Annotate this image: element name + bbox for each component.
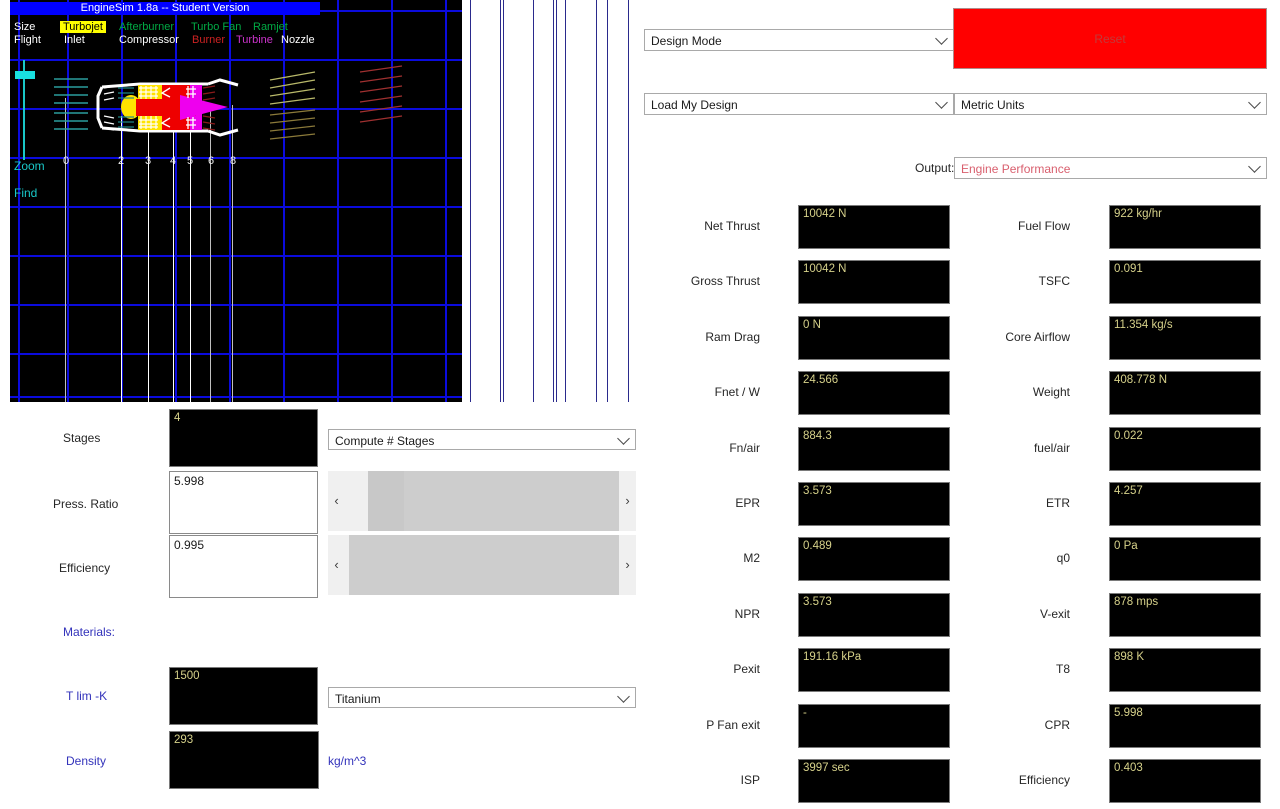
station-label-5: 5: [187, 155, 194, 167]
output-select[interactable]: Engine Performance: [954, 157, 1267, 179]
grid-line-h: [10, 304, 462, 306]
scroll-thumb-b[interactable]: [349, 535, 619, 595]
perf-label: V-exit: [1039, 606, 1070, 621]
perf-label: TSFC: [1038, 274, 1070, 289]
press-ratio-label: Press. Ratio: [53, 497, 119, 511]
load-design-select[interactable]: Load My Design: [644, 93, 954, 115]
station-label-2: 2: [118, 155, 125, 167]
perf-value: 11.354 kg/s: [1109, 315, 1261, 360]
perf-value: 0 Pa: [1109, 537, 1261, 582]
station-label-3: 3: [145, 155, 152, 167]
perf-value: 898 K: [1109, 648, 1261, 693]
perf-value: 4.257: [1109, 482, 1261, 526]
density-label: Density: [66, 754, 107, 768]
station-label-4: 4: [170, 155, 177, 167]
find-button[interactable]: Find: [14, 186, 37, 200]
menu-item-afterburner[interactable]: Afterburner: [119, 21, 174, 33]
menu-item-compressor[interactable]: Compressor: [119, 34, 179, 46]
efficiency-scrollbar[interactable]: ‹ ›: [328, 535, 636, 595]
menu-item-inlet[interactable]: Inlet: [64, 34, 85, 46]
load-design-value: Load My Design: [651, 98, 738, 112]
perf-label: Efficiency: [1018, 773, 1070, 787]
press-ratio-scrollbar[interactable]: ‹ ›: [328, 471, 636, 531]
menu-item-size[interactable]: Size: [14, 21, 35, 33]
grid-line-h: [10, 206, 462, 208]
perf-value: 878 mps: [1109, 592, 1261, 637]
perf-label: Weight: [1032, 385, 1070, 400]
output-value: Engine Performance: [961, 162, 1071, 176]
perf-label: T8: [1055, 662, 1070, 677]
material-select[interactable]: Titanium: [328, 687, 636, 708]
station-line-0: [65, 98, 66, 402]
perf-label: Core Airflow: [1005, 329, 1070, 344]
scroll-left-icon[interactable]: ‹: [328, 535, 345, 595]
grid-line-h: [10, 353, 462, 355]
perf-label: Fuel Flow: [1017, 219, 1070, 233]
menu-item-turbine[interactable]: Turbine: [236, 34, 273, 46]
menu-item-flight[interactable]: Flight: [14, 34, 41, 46]
design-mode-value: Design Mode: [651, 34, 722, 48]
efficiency-input[interactable]: 0.995: [169, 535, 318, 598]
press-ratio-input[interactable]: 5.998: [169, 471, 318, 534]
menu-item-nozzle[interactable]: Nozzle: [281, 34, 315, 46]
units-value: Metric Units: [961, 98, 1025, 112]
menu-item-turbojet[interactable]: Turbojet: [60, 21, 106, 33]
menu-item-turbofan[interactable]: Turbo Fan: [191, 21, 241, 33]
window-title: EngineSim 1.8a -- Student Version: [10, 2, 320, 15]
station-line-6: [210, 105, 211, 402]
density-units: kg/m^3: [328, 754, 367, 768]
tlim-label: T lim -K: [66, 689, 108, 703]
stages-mode-value: Compute # Stages: [335, 434, 435, 448]
station-label-6: 6: [208, 155, 215, 167]
menu-item-burner[interactable]: Burner: [192, 34, 225, 46]
scroll-thumb-a[interactable]: [368, 471, 404, 531]
zoom-slider-thumb[interactable]: [15, 71, 35, 79]
scroll-thumb-b[interactable]: [404, 471, 619, 531]
enginesim-window: EngineSim 1.8a -- Student Version Size T…: [0, 0, 1280, 809]
perf-value: 922 kg/hr: [1109, 205, 1261, 249]
tlim-value: 1500: [169, 667, 318, 725]
stages-mode-select[interactable]: Compute # Stages: [328, 429, 636, 450]
material-value: Titanium: [335, 692, 381, 706]
density-value: 293: [169, 731, 319, 789]
design-mode-select[interactable]: Design Mode: [644, 29, 954, 51]
perf-value: 0.091: [1109, 260, 1261, 305]
chevron-down-icon: [1248, 160, 1261, 173]
station-label-0: 0: [63, 155, 70, 167]
station-label-8: 8: [230, 155, 237, 167]
chevron-down-icon: [1248, 96, 1261, 109]
chevron-down-icon: [617, 689, 630, 703]
perf-label: CPR: [1044, 717, 1070, 732]
scroll-right-icon[interactable]: ›: [619, 471, 636, 531]
menu-item-ramjet[interactable]: Ramjet: [253, 21, 288, 33]
stages-value: 4: [169, 409, 318, 467]
scroll-left-icon[interactable]: ‹: [328, 471, 345, 531]
grid-line-h: [10, 59, 462, 61]
perf-value: 0.022: [1109, 426, 1261, 471]
scroll-right-icon[interactable]: ›: [619, 535, 636, 595]
output-label: Output:: [915, 161, 955, 175]
scroll-track[interactable]: [345, 471, 619, 531]
reset-button[interactable]: Reset: [953, 8, 1267, 69]
perf-value: 5.998: [1109, 703, 1261, 748]
station-line-8: [232, 105, 233, 402]
perf-value: 408.778 N: [1109, 371, 1261, 416]
chevron-down-icon: [935, 96, 948, 109]
grid-line-h: [10, 255, 462, 257]
units-select[interactable]: Metric Units: [954, 93, 1267, 115]
zoom-label: Zoom: [14, 159, 45, 173]
chevron-down-icon: [935, 32, 948, 45]
chevron-down-icon: [617, 431, 630, 445]
perf-value: 0.403: [1109, 759, 1261, 803]
efficiency-label: Efficiency: [59, 561, 111, 575]
stages-label: Stages: [63, 431, 101, 445]
materials-heading: Materials:: [63, 625, 116, 639]
grid-line-h: [10, 108, 462, 110]
scroll-track[interactable]: [345, 535, 619, 595]
